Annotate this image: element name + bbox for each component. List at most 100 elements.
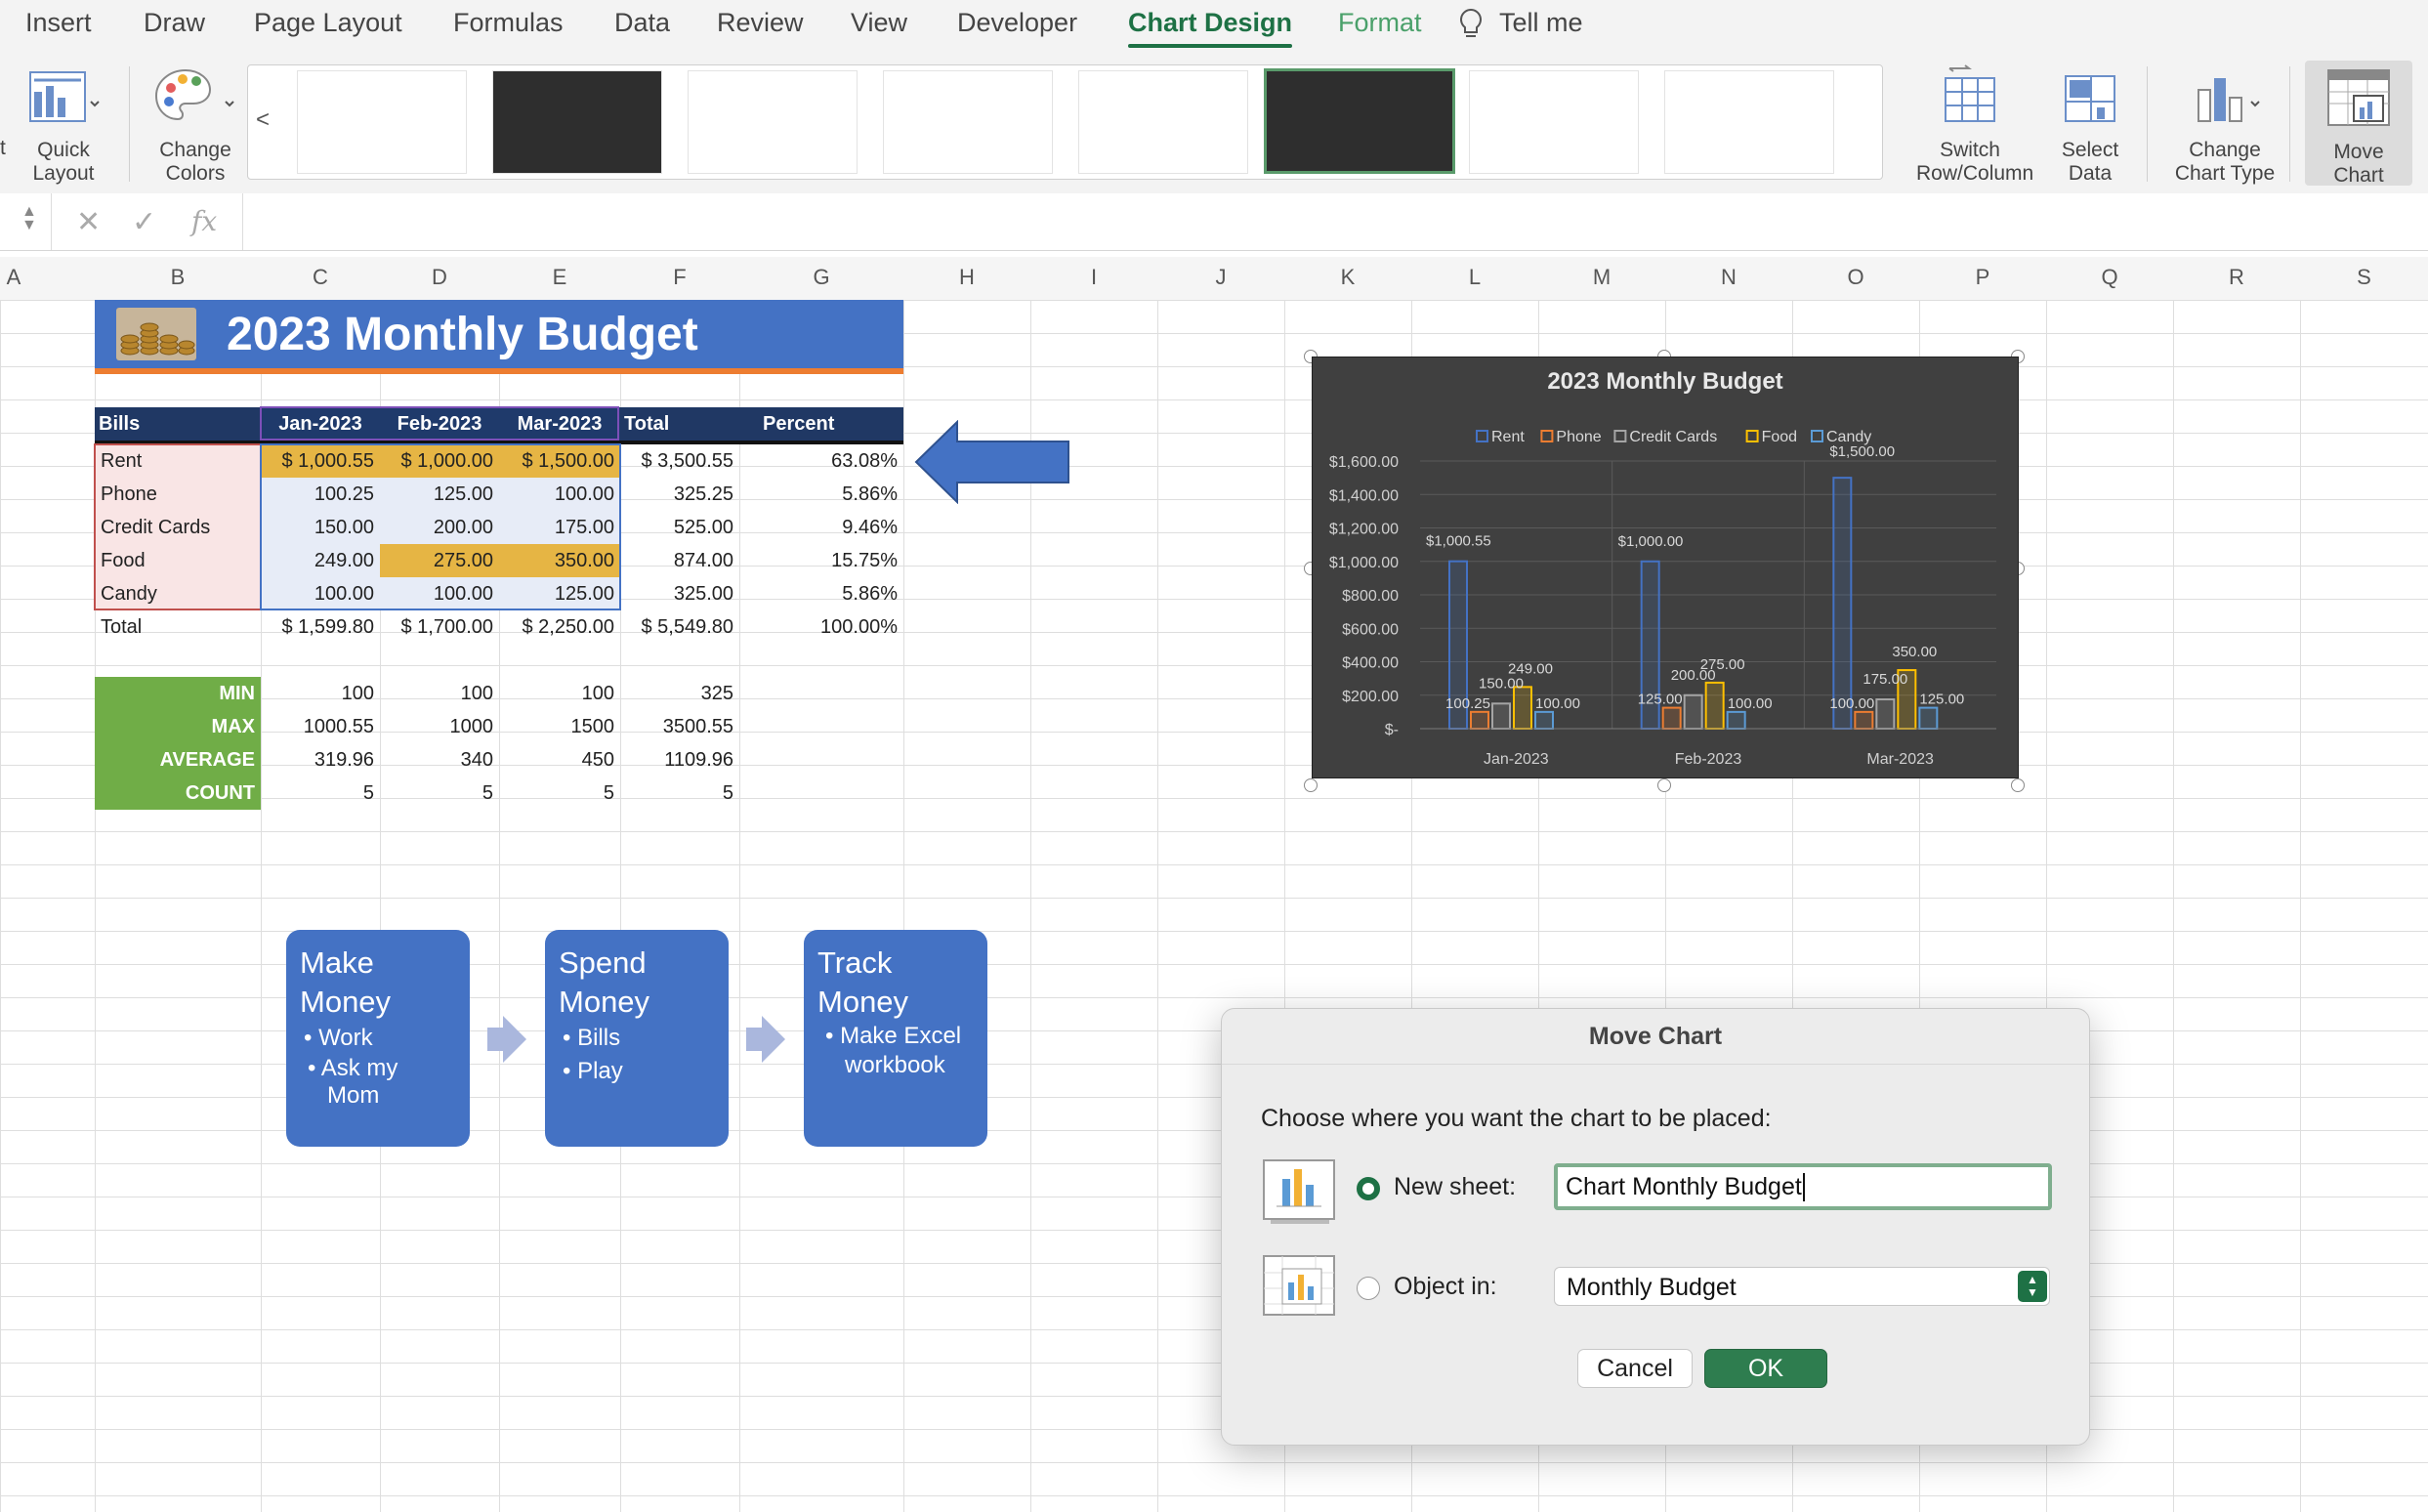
stat-average-f[interactable]: 1109.96: [620, 743, 739, 777]
tab-tell-me[interactable]: Tell me: [1499, 8, 1583, 38]
stat-max-f[interactable]: 3500.55: [620, 710, 739, 743]
tab-format[interactable]: Format: [1338, 8, 1422, 38]
chart-style-3[interactable]: [688, 70, 858, 174]
cell-phone-percent[interactable]: 5.86%: [739, 478, 903, 511]
column-header-k[interactable]: K: [1284, 265, 1411, 290]
stat-label-max[interactable]: MAX: [95, 710, 261, 743]
cell-rent-percent[interactable]: 63.08%: [739, 444, 903, 478]
cell-credit-percent[interactable]: 9.46%: [739, 511, 903, 544]
cell-total-percent[interactable]: 100.00%: [739, 610, 903, 644]
tab-insert[interactable]: Insert: [25, 8, 92, 38]
new-sheet-radio[interactable]: [1357, 1177, 1380, 1200]
column-header-c[interactable]: C: [261, 265, 380, 290]
column-header-f[interactable]: F: [620, 265, 739, 290]
select-stepper-icon[interactable]: ▲ ▼: [2018, 1271, 2047, 1302]
stat-count-d[interactable]: 5: [380, 777, 499, 810]
object-in-radio[interactable]: [1357, 1277, 1380, 1300]
column-header-n[interactable]: N: [1665, 265, 1792, 290]
cancel-button[interactable]: Cancel: [1577, 1349, 1693, 1388]
cell-credit-total[interactable]: 525.00: [620, 511, 739, 544]
smartart-step-make-money[interactable]: Make Money • Work • Ask my Mom: [286, 930, 470, 1147]
object-in-select[interactable]: Monthly Budget ▲ ▼: [1554, 1267, 2050, 1306]
name-box-stepper-icon[interactable]: ▲ ▼: [21, 204, 37, 233]
stat-label-average[interactable]: AVERAGE: [95, 743, 261, 777]
stat-max-d[interactable]: 1000: [380, 710, 499, 743]
cell-candy-total[interactable]: 325.00: [620, 577, 739, 610]
cell-total-jan[interactable]: $ 1,599.80: [261, 610, 380, 644]
tab-chart-design[interactable]: Chart Design: [1128, 8, 1293, 48]
column-header-s[interactable]: S: [2300, 265, 2428, 290]
column-header-o[interactable]: O: [1792, 265, 1919, 290]
cell-food-total[interactable]: 874.00: [620, 544, 739, 577]
stat-max-c[interactable]: 1000.55: [261, 710, 380, 743]
column-header-g[interactable]: G: [739, 265, 903, 290]
smartart-step-track-money[interactable]: Track Money • Make Excel workbook: [804, 930, 987, 1147]
chart-style-5[interactable]: [1078, 70, 1248, 174]
column-header-q[interactable]: Q: [2046, 265, 2173, 290]
cell-total-total[interactable]: $ 5,549.80: [620, 610, 739, 644]
new-sheet-name-input[interactable]: Chart Monthly Budget: [1554, 1163, 2052, 1210]
stat-count-e[interactable]: 5: [499, 777, 620, 810]
budget-chart[interactable]: 2023 Monthly Budget Rent Phone Credit Card…: [1312, 357, 2019, 778]
stat-average-c[interactable]: 319.96: [261, 743, 380, 777]
chart-style-4[interactable]: [883, 70, 1053, 174]
chart-style-1[interactable]: [297, 70, 467, 174]
arrow-shape[interactable]: [914, 419, 1070, 509]
tab-formulas[interactable]: Formulas: [453, 8, 564, 38]
tab-developer[interactable]: Developer: [957, 8, 1077, 38]
move-chart-button[interactable]: Move Chart: [2305, 61, 2412, 187]
column-header-e[interactable]: E: [499, 265, 620, 290]
stat-label-min[interactable]: MIN: [95, 677, 261, 710]
column-header-a[interactable]: A: [0, 265, 27, 290]
stat-max-e[interactable]: 1500: [499, 710, 620, 743]
chart-title[interactable]: 2023 Monthly Budget: [1547, 368, 1782, 395]
gallery-prev-arrow[interactable]: <: [256, 106, 270, 134]
column-header-j[interactable]: J: [1157, 265, 1284, 290]
stat-average-d[interactable]: 340: [380, 743, 499, 777]
row-label-total[interactable]: Total: [95, 610, 261, 644]
tab-page-layout[interactable]: Page Layout: [254, 8, 402, 38]
change-chart-type-button[interactable]: Change Chart Type: [2164, 64, 2285, 186]
stat-label-count[interactable]: COUNT: [95, 777, 261, 810]
confirm-check-icon[interactable]: ✓: [132, 205, 156, 239]
stat-min-d[interactable]: 100: [380, 677, 499, 710]
column-header-h[interactable]: H: [903, 265, 1030, 290]
header-percent[interactable]: Percent: [743, 407, 919, 441]
column-header-r[interactable]: R: [2173, 265, 2300, 290]
chart-resize-handle[interactable]: [2011, 778, 2025, 792]
column-header-l[interactable]: L: [1411, 265, 1538, 290]
cancel-x-icon[interactable]: ✕: [76, 205, 101, 239]
column-header-m[interactable]: M: [1538, 265, 1665, 290]
stat-average-e[interactable]: 450: [499, 743, 620, 777]
stat-min-c[interactable]: 100: [261, 677, 380, 710]
quick-layout-button[interactable]: Quick Layout: [20, 64, 107, 186]
column-header-d[interactable]: D: [380, 265, 499, 290]
tab-data[interactable]: Data: [614, 8, 670, 38]
fx-icon[interactable]: fx: [191, 205, 217, 237]
cell-phone-total[interactable]: 325.25: [620, 478, 739, 511]
chart-resize-handle[interactable]: [1304, 778, 1318, 792]
header-total[interactable]: Total: [624, 407, 739, 441]
tab-draw[interactable]: Draw: [144, 8, 205, 38]
change-colors-button[interactable]: Change Colors: [147, 64, 244, 186]
stat-min-f[interactable]: 325: [620, 677, 739, 710]
select-data-button[interactable]: Select Data: [2049, 64, 2131, 186]
header-bills[interactable]: Bills: [99, 407, 255, 441]
stat-min-e[interactable]: 100: [499, 677, 620, 710]
stat-count-f[interactable]: 5: [620, 777, 739, 810]
chart-style-2[interactable]: [492, 70, 662, 174]
chart-legend[interactable]: Rent Phone Credit Cards Food Candy: [1476, 429, 1871, 445]
column-header-b[interactable]: B: [95, 265, 261, 290]
cell-total-feb[interactable]: $ 1,700.00: [380, 610, 499, 644]
chart-resize-handle[interactable]: [1657, 778, 1671, 792]
column-header-i[interactable]: I: [1030, 265, 1157, 290]
tab-review[interactable]: Review: [717, 8, 804, 38]
chart-style-7[interactable]: [1469, 70, 1639, 174]
cell-food-percent[interactable]: 15.75%: [739, 544, 903, 577]
chart-style-8[interactable]: [1664, 70, 1834, 174]
switch-row-column-button[interactable]: Switch Row/Column: [1916, 64, 2033, 186]
cell-rent-total[interactable]: $ 3,500.55: [620, 444, 739, 478]
stat-count-c[interactable]: 5: [261, 777, 380, 810]
tab-view[interactable]: View: [851, 8, 907, 38]
cell-candy-percent[interactable]: 5.86%: [739, 577, 903, 610]
